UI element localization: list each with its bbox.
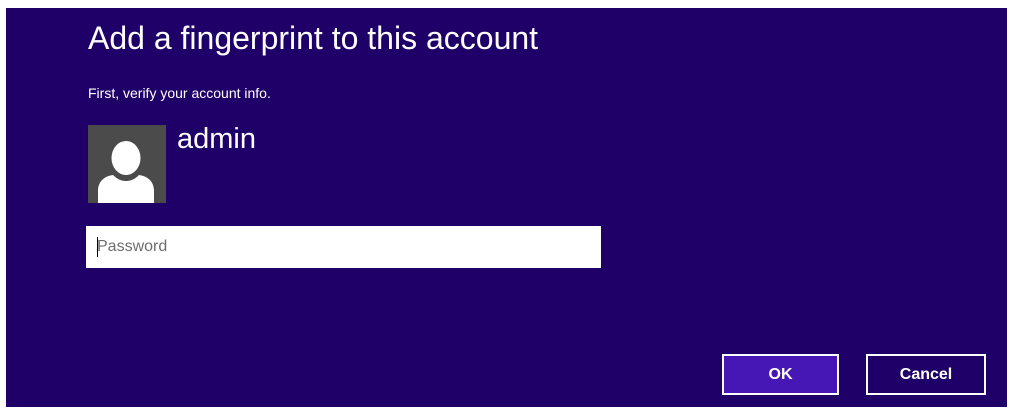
user-avatar [88,125,166,203]
dialog-title: Add a fingerprint to this account [88,20,539,56]
dialog-subtitle: First, verify your account info. [88,85,271,101]
account-username: admin [177,123,256,155]
text-cursor [97,237,98,257]
fingerprint-dialog: Add a fingerprint to this account First,… [6,8,1007,407]
ok-button[interactable]: OK [722,354,839,395]
cancel-button[interactable]: Cancel [866,354,986,395]
password-input[interactable] [86,226,601,268]
user-silhouette-icon [88,125,166,203]
